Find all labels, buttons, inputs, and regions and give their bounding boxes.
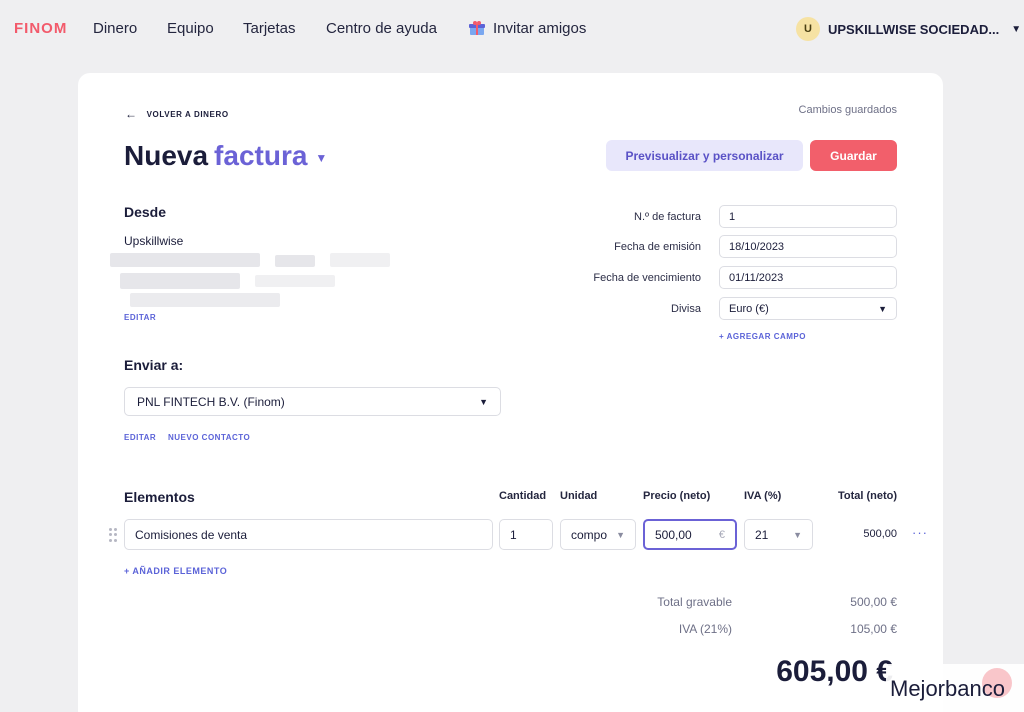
title-part-invoice: factura bbox=[214, 140, 308, 171]
account-menu[interactable]: U UPSKILLWISE SOCIEDAD... ▼ bbox=[796, 16, 1021, 42]
from-heading: Desde bbox=[124, 204, 167, 220]
item-vat-value: 21 bbox=[755, 527, 769, 542]
arrow-left-icon: ← bbox=[125, 107, 138, 121]
due-date-label: Fecha de vencimiento bbox=[593, 272, 701, 284]
nav-link-help-center[interactable]: Centro de ayuda bbox=[326, 20, 437, 37]
col-total: Total (neto) bbox=[838, 490, 898, 502]
item-price-input[interactable]: 500,00 € bbox=[643, 519, 737, 550]
item-vat-select[interactable]: 21 ▼ bbox=[744, 519, 813, 550]
invoice-number-field[interactable]: 1 bbox=[719, 205, 897, 228]
drag-handle-icon[interactable] bbox=[109, 528, 117, 542]
edit-contact-link[interactable]: EDITAR bbox=[124, 433, 156, 442]
currency-label: Divisa bbox=[671, 303, 701, 315]
vat-total-label: IVA (21%) bbox=[678, 622, 732, 636]
page-title[interactable]: Nueva factura ▼ bbox=[124, 140, 327, 172]
grand-total: 605,00 € bbox=[776, 655, 893, 688]
more-options-icon[interactable]: ··· bbox=[912, 525, 928, 540]
euro-suffix: € bbox=[718, 528, 725, 541]
back-label: VOLVER A DINERO bbox=[146, 109, 229, 119]
items-heading: Elementos bbox=[124, 489, 195, 505]
finom-logo[interactable]: FINOM bbox=[14, 20, 67, 37]
chevron-down-icon: ▼ bbox=[315, 150, 328, 165]
taxable-total-label: Total gravable bbox=[657, 595, 732, 609]
col-quantity: Cantidad bbox=[499, 490, 547, 502]
item-description-value: Comisiones de venta bbox=[135, 527, 248, 542]
edit-from-link[interactable]: EDITAR bbox=[124, 313, 156, 322]
chevron-down-icon: ▼ bbox=[793, 529, 802, 540]
invoice-number-label: N.º de factura bbox=[634, 211, 701, 223]
nav-link-invite-friends[interactable]: Invitar amigos bbox=[493, 20, 586, 37]
chevron-down-icon: ▼ bbox=[479, 396, 488, 407]
redacted-address bbox=[110, 251, 400, 311]
nav-link-tarjetas[interactable]: Tarjetas bbox=[243, 20, 296, 37]
top-navigation: FINOM Dinero Equipo Tarjetas Centro de a… bbox=[0, 0, 1024, 58]
item-quantity-input[interactable]: 1 bbox=[499, 519, 553, 550]
item-total: 500,00 bbox=[863, 528, 897, 540]
preview-customize-button[interactable]: Previsualizar y personalizar bbox=[606, 140, 803, 171]
title-part-new: Nueva bbox=[124, 140, 209, 171]
save-status: Cambios guardados bbox=[798, 104, 897, 116]
chevron-down-icon: ▼ bbox=[878, 303, 887, 314]
col-price: Precio (neto) bbox=[643, 490, 711, 502]
save-button[interactable]: Guardar bbox=[810, 140, 897, 171]
due-date-value: 01/11/2023 bbox=[729, 271, 784, 284]
watermark: Mejorbanco bbox=[886, 664, 1024, 712]
nav-link-equipo[interactable]: Equipo bbox=[167, 20, 214, 37]
item-unit-value: compo bbox=[571, 527, 608, 542]
add-field-link[interactable]: + AGREGAR CAMPO bbox=[719, 332, 806, 341]
chevron-down-icon: ▼ bbox=[1011, 23, 1022, 35]
col-vat: IVA (%) bbox=[744, 490, 782, 502]
item-description-input[interactable]: Comisiones de venta bbox=[124, 519, 493, 550]
issue-date-field[interactable]: 18/10/2023 bbox=[719, 235, 897, 258]
item-price-value: 500,00 bbox=[655, 527, 692, 542]
vat-total-value: 105,00 € bbox=[850, 622, 897, 636]
issue-date-label: Fecha de emisión bbox=[614, 241, 701, 253]
watermark-text: Mejorbanco bbox=[890, 676, 1005, 701]
contact-value: PNL FINTECH B.V. (Finom) bbox=[137, 394, 285, 409]
new-contact-link[interactable]: NUEVO CONTACTO bbox=[168, 433, 250, 442]
contact-select[interactable]: PNL FINTECH B.V. (Finom) ▼ bbox=[124, 387, 501, 416]
due-date-field[interactable]: 01/11/2023 bbox=[719, 266, 897, 289]
nav-link-dinero[interactable]: Dinero bbox=[93, 20, 137, 37]
send-to-heading: Enviar a: bbox=[124, 357, 184, 373]
item-quantity-value: 1 bbox=[510, 527, 517, 542]
back-to-money-link[interactable]: ← VOLVER A DINERO bbox=[125, 107, 229, 121]
from-company-name: Upskillwise bbox=[124, 234, 184, 248]
add-item-link[interactable]: + AÑADIR ELEMENTO bbox=[124, 566, 227, 576]
item-unit-select[interactable]: compo ▼ bbox=[560, 519, 636, 550]
chevron-down-icon: ▼ bbox=[616, 529, 625, 540]
avatar: U bbox=[796, 17, 820, 41]
invoice-card: ← VOLVER A DINERO Cambios guardados Nuev… bbox=[78, 73, 943, 712]
currency-value: Euro (€) bbox=[729, 302, 769, 315]
invoice-number-value: 1 bbox=[729, 210, 736, 223]
currency-select[interactable]: Euro (€) ▼ bbox=[719, 297, 897, 320]
account-name: UPSKILLWISE SOCIEDAD... bbox=[828, 21, 1000, 37]
col-unit: Unidad bbox=[560, 490, 598, 502]
issue-date-value: 18/10/2023 bbox=[729, 240, 785, 253]
taxable-total-value: 500,00 € bbox=[850, 595, 897, 609]
gift-icon bbox=[469, 21, 485, 35]
